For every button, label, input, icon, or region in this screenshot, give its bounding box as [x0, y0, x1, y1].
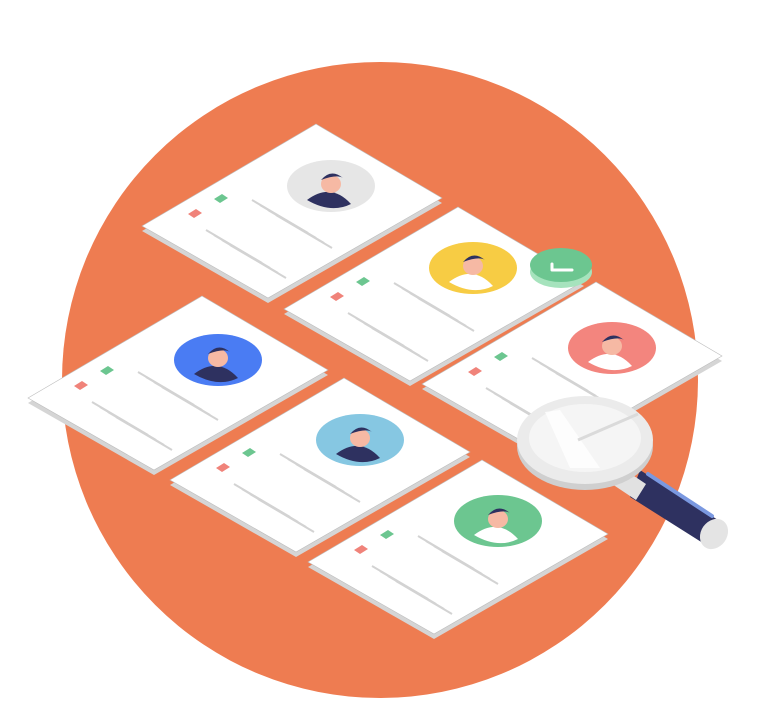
man-avatar-icon	[568, 322, 656, 374]
illustration	[0, 0, 760, 701]
checkmark-icon	[530, 248, 592, 288]
man-avatar-icon	[429, 242, 517, 294]
woman-glasses-avatar-icon	[316, 414, 404, 466]
woman-avatar-icon	[287, 160, 375, 212]
illustration-canvas	[27, 62, 729, 698]
woman-avatar-icon	[174, 334, 262, 386]
man-avatar-icon	[454, 495, 542, 547]
